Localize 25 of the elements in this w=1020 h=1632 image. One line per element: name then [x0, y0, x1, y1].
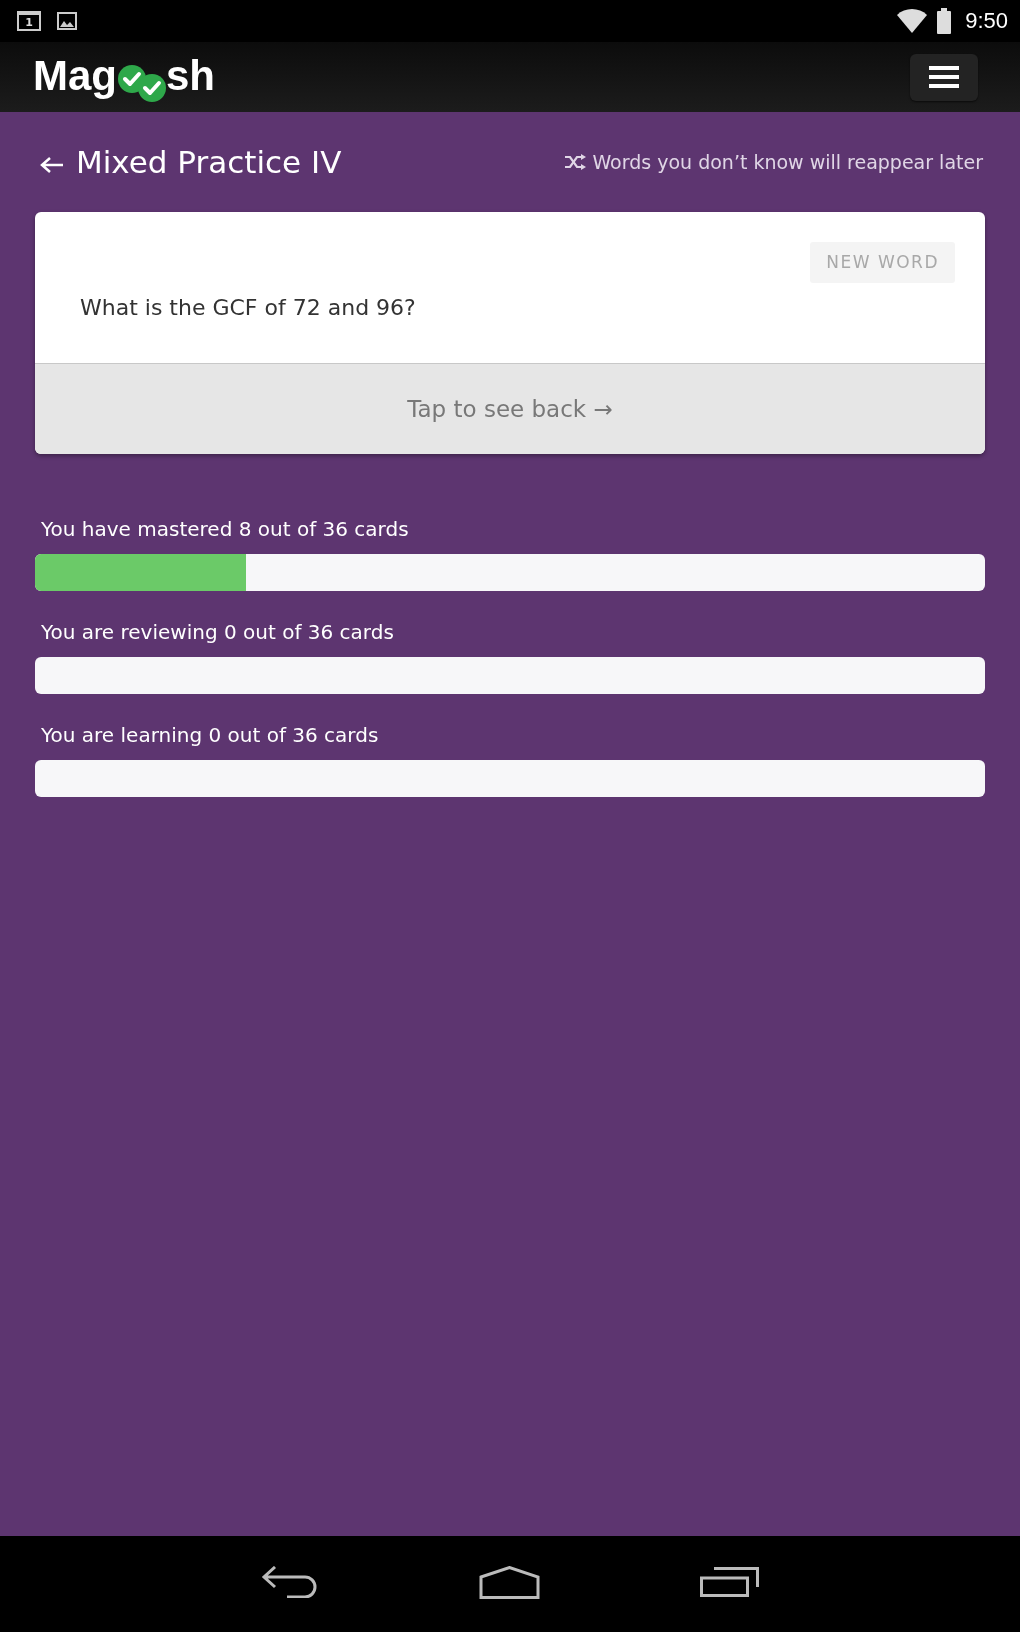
menu-icon: [929, 66, 959, 88]
logo-text: sh: [166, 52, 215, 99]
progress-label: You are learning 0 out of 36 cards: [41, 722, 380, 748]
back-icon[interactable]: [261, 1566, 319, 1598]
battery-icon: [937, 8, 952, 34]
back-arrow-icon: [40, 156, 64, 174]
new-word-badge: NEW WORD: [810, 242, 955, 283]
menu-button[interactable]: [910, 53, 978, 101]
check-circle-icon: [138, 73, 166, 102]
back-button[interactable]: [40, 156, 64, 174]
flip-card-button[interactable]: Tap to see back →: [35, 363, 985, 454]
shuffle-hint: Words you don’t know will reappear later: [592, 151, 983, 173]
progress-label: You are reviewing 0 out of 36 cards: [41, 619, 395, 645]
wifi-icon: [897, 9, 928, 33]
flashcard[interactable]: NEW WORD What is the GCF of 72 and 96? Tap to see back →: [35, 212, 985, 454]
progress-label: You have mastered 8 out of 36 cards: [41, 516, 410, 542]
question-text: What is the GCF of 72 and 96?: [80, 294, 417, 322]
recents-icon[interactable]: [700, 1567, 759, 1597]
logo-text: Mag: [33, 52, 117, 99]
image-icon: [57, 12, 77, 30]
calendar-icon: 1: [17, 11, 41, 31]
home-icon[interactable]: [479, 1565, 540, 1599]
clock-time: 9:50: [965, 8, 1008, 34]
deck-title: Mixed Practice IV: [76, 144, 343, 180]
shuffle-icon: [565, 154, 587, 170]
